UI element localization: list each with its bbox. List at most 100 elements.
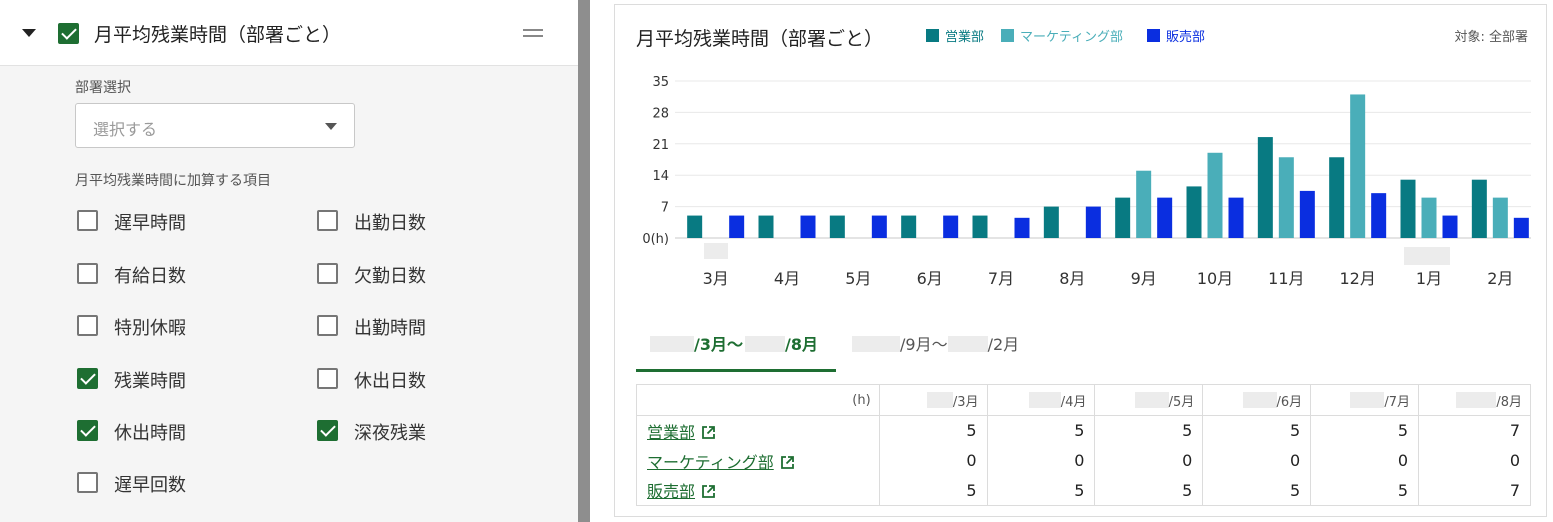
x-tick-label: 10月 [1197, 269, 1233, 288]
bar [758, 215, 774, 238]
chart-title: 月平均残業時間（部署ごと） [636, 28, 884, 50]
bar [1421, 197, 1437, 238]
tab-second-half[interactable]: /9月～ /2月 [852, 331, 1019, 355]
bar [687, 215, 703, 238]
tab-start: /3月～ [694, 335, 743, 354]
external-link-icon[interactable] [780, 455, 795, 470]
option-checkbox[interactable] [77, 263, 98, 284]
dept-select-placeholder: 選択する [93, 120, 158, 139]
bar-chart: 0(h) 7 14 21 28 35 3月 4月 5月 6月 7月 8月 9月 10月 11月 12月 1月 2月 [642, 75, 1531, 288]
x-tick-label: 4月 [774, 269, 800, 288]
bar [1513, 217, 1529, 238]
legend-label: マーケティング部 [1020, 30, 1123, 45]
value-cell: 5 [1202, 415, 1312, 446]
dept-cell: マーケティング部 [636, 445, 880, 476]
option-label: 欠勤日数 [354, 266, 426, 287]
y-tick-label: 35 [652, 75, 669, 90]
settings-panel: 月平均残業時間（部署ごと） 部署選択 選択する 月平均残業時間に加算する項目 遅… [0, 0, 578, 522]
tab-first-half[interactable]: /3月～ /8月 [650, 331, 818, 355]
external-link-icon[interactable] [701, 425, 716, 440]
target-scope: 対象: 全部署 [1454, 30, 1528, 45]
collapse-caret-icon[interactable] [22, 29, 36, 37]
legend-swatch [1147, 29, 1160, 42]
bar [1350, 94, 1366, 238]
dept-link[interactable]: 販売部 [647, 482, 695, 501]
option-checkbox[interactable] [77, 210, 98, 231]
external-link-icon[interactable] [701, 484, 716, 499]
items-label: 月平均残業時間に加算する項目 [75, 173, 271, 189]
active-tab-indicator [636, 369, 836, 372]
option-checkbox[interactable] [77, 315, 98, 336]
y-tick-label: 7 [661, 201, 669, 216]
bar [1299, 190, 1315, 238]
x-tick-label: 3月 [703, 269, 729, 288]
x-tick-label: 2月 [1487, 269, 1513, 288]
bar [1371, 193, 1387, 238]
value-cell: 0 [1418, 445, 1531, 476]
drag-handle-icon[interactable] [523, 29, 543, 37]
panel-splitter[interactable] [578, 0, 590, 522]
bar [1136, 170, 1152, 238]
option-label: 遅早回数 [114, 475, 186, 496]
dept-cell: 販売部 [636, 475, 880, 506]
dept-cell: 営業部 [636, 415, 880, 446]
table-row: 営業部 5 5 5 5 5 7 [636, 415, 1531, 446]
bar [1492, 197, 1508, 238]
x-tick-label: 11月 [1268, 269, 1304, 288]
panel-title: 月平均残業時間（部署ごと） [94, 24, 342, 46]
value-cell: 5 [878, 475, 988, 506]
option-checkbox[interactable] [77, 420, 98, 441]
bar [871, 215, 887, 238]
legend-item[interactable]: マーケティング部 [1001, 26, 1123, 45]
x-tick-label: 8月 [1059, 269, 1085, 288]
value-cell: 7 [1418, 415, 1531, 446]
dept-link[interactable]: マーケティング部 [647, 453, 774, 472]
bar [1157, 197, 1173, 238]
bar [972, 215, 988, 238]
x-tick-label: 5月 [845, 269, 871, 288]
x-tick-label: 7月 [988, 269, 1014, 288]
legend-item[interactable]: 販売部 [1147, 26, 1205, 45]
option-label: 残業時間 [114, 371, 186, 392]
y-tick-label: 14 [652, 169, 669, 184]
option-checkbox[interactable] [77, 472, 98, 493]
legend-label: 販売部 [1166, 30, 1206, 45]
bar [1228, 197, 1244, 238]
option-checkbox[interactable] [317, 420, 338, 441]
option-label: 遅早時間 [114, 213, 186, 234]
y-tick-label: 28 [652, 106, 669, 121]
option-checkbox[interactable] [317, 368, 338, 389]
dept-select[interactable]: 選択する [75, 103, 355, 148]
column-header: /5月 [1094, 384, 1204, 416]
value-cell: 0 [878, 445, 988, 476]
legend-item[interactable]: 営業部 [926, 26, 984, 45]
column-header: /4月 [986, 384, 1096, 416]
title-checkbox[interactable] [58, 23, 79, 44]
option-checkbox[interactable] [317, 315, 338, 336]
value-cell: 5 [986, 475, 1096, 506]
option-label: 有給日数 [114, 266, 186, 287]
option-checkbox[interactable] [77, 368, 98, 389]
redacted-year [947, 336, 988, 352]
value-cell: 0 [986, 445, 1096, 476]
column-header: /7月 [1310, 384, 1420, 416]
bar [800, 215, 816, 238]
bar [1207, 152, 1223, 238]
value-cell: 5 [986, 415, 1096, 446]
dept-link[interactable]: 営業部 [647, 423, 695, 442]
x-tick-label: 6月 [917, 269, 943, 288]
bar [901, 215, 917, 238]
bar [1085, 206, 1101, 238]
tab-end: /8月 [784, 335, 818, 354]
option-checkbox[interactable] [317, 263, 338, 284]
data-table: (h) /3月 /4月 /5月 /6月 /7月 /8月 営業部 5 5 5 5 … [636, 384, 1531, 506]
option-checkbox[interactable] [317, 210, 338, 231]
bar [1442, 215, 1458, 238]
redacted-year [744, 336, 785, 352]
y-tick-label: 21 [652, 138, 669, 153]
tab-start: /9月～ [900, 335, 948, 354]
option-label: 出勤時間 [354, 318, 426, 339]
legend-swatch [926, 29, 939, 42]
option-label: 休出時間 [114, 423, 186, 444]
bar [729, 215, 745, 238]
